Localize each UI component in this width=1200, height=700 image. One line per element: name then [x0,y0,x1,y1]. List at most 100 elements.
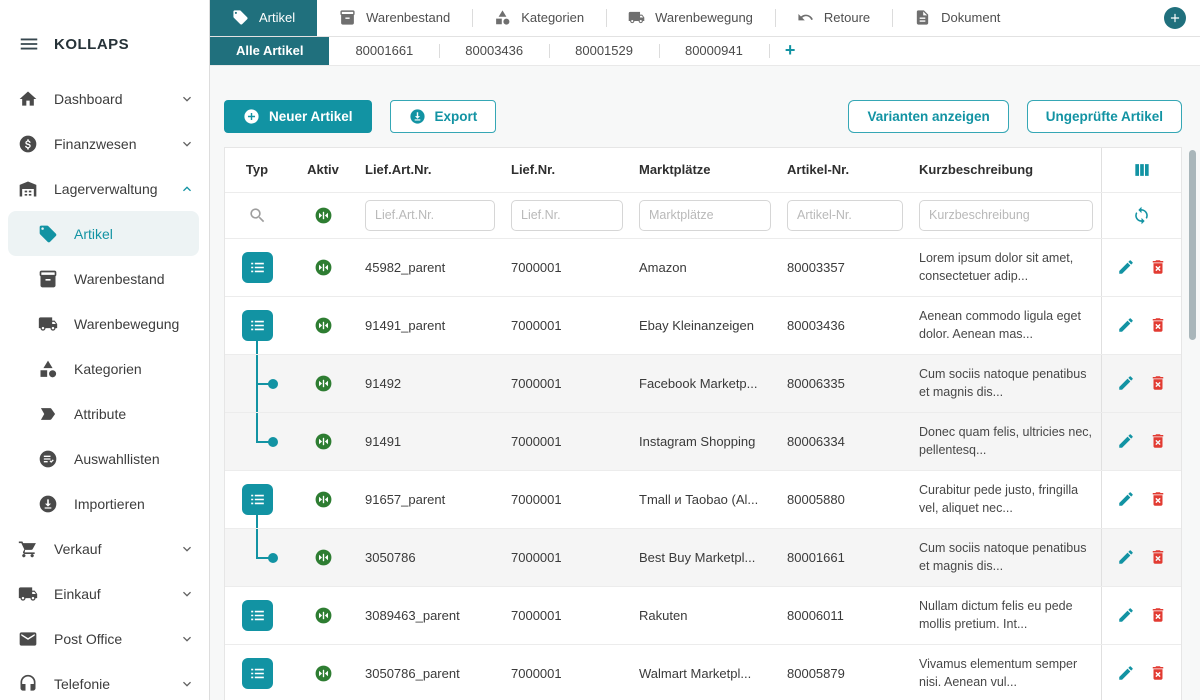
chevron-up-icon [179,181,195,197]
filter-cell [631,200,779,231]
kurzbeschreibung-text: Lorem ipsum dolor sit amet, consectetuer… [919,249,1093,285]
tab-warenbestand[interactable]: Warenbestand [317,0,472,36]
aktiv-cell [289,374,357,393]
tab-warenbewegung[interactable]: Warenbewegung [606,0,775,36]
sidebar-item-kategorien[interactable]: Kategorien [0,346,209,391]
row-actions [1101,529,1181,586]
edit-pencil-icon[interactable] [1117,490,1135,508]
lief-art-nr-filter-input[interactable] [365,200,495,231]
marktplatz-cell: Best Buy Marketpl... [631,550,779,565]
add-tab-button[interactable] [1164,7,1186,29]
filter-cell [357,200,503,231]
subtab-80001529[interactable]: 80001529 [549,37,659,65]
sidebar-item-warenbewegung[interactable]: Warenbewegung [0,301,209,346]
sidebar-item-telefonie[interactable]: Telefonie [0,661,209,700]
delete-trash-icon[interactable] [1149,374,1167,392]
sidebar-item-post-office[interactable]: Post Office [0,616,209,661]
sidebar-item-label: Importieren [74,496,195,512]
export-button[interactable]: Export [390,100,497,133]
delete-trash-icon[interactable] [1149,490,1167,508]
variant-list-button[interactable] [242,600,273,631]
list-icon [248,490,267,509]
kurzbeschreibung-text: Cum sociis natoque penatibus et magnis d… [919,365,1093,401]
hamburger-menu-icon[interactable] [18,33,40,55]
marktplatz-cell: Ebay Kleinanzeigen [631,318,779,333]
kurzbeschreibung-cell: Cum sociis natoque penatibus et magnis d… [911,365,1101,401]
lief-art-nr-cell: 3089463_parent [357,608,503,623]
delete-trash-icon[interactable] [1149,316,1167,334]
sidebar-item-einkauf[interactable]: Einkauf [0,571,209,616]
tree-node-dot [268,553,278,563]
cart-icon [18,539,38,559]
edit-pencil-icon[interactable] [1117,548,1135,566]
sidebar-item-verkauf[interactable]: Verkauf [0,526,209,571]
sync-icon[interactable] [1132,206,1151,225]
return-icon [797,9,814,26]
lief-nr-filter-input[interactable] [511,200,623,231]
edit-pencil-icon[interactable] [1117,258,1135,276]
sidebar-item-finanzwesen[interactable]: Finanzwesen [0,121,209,166]
aktiv-filter[interactable] [289,206,357,225]
delete-trash-icon[interactable] [1149,432,1167,450]
chevron-down-icon [179,676,195,692]
tab-artikel[interactable]: Artikel [210,0,317,36]
tab-dokument[interactable]: Dokument [892,0,1022,36]
sidebar-item-attribute[interactable]: Attribute [0,391,209,436]
kurzbeschreibung-text: Vivamus elementum semper nisi. Aenean vu… [919,655,1093,691]
chevron-down-icon [179,586,195,602]
subtab-alle-artikel[interactable]: Alle Artikel [210,37,329,65]
subtab-80003436[interactable]: 80003436 [439,37,549,65]
articles-table: TypAktivLief.Art.Nr.Lief.Nr.MarktplätzeA… [224,147,1182,700]
vertical-scrollbar-thumb[interactable] [1189,150,1196,340]
tab-retoure[interactable]: Retoure [775,0,892,36]
active-status-icon [314,258,333,277]
edit-pencil-icon[interactable] [1117,316,1135,334]
delete-trash-icon[interactable] [1149,606,1167,624]
kurzbeschreibung-text: Curabitur pede justo, fringilla vel, ali… [919,481,1093,517]
kurzbeschreibung-filter-input[interactable] [919,200,1093,231]
artikel-nr-filter-input[interactable] [787,200,903,231]
column-header-marktpl-tze: Marktplätze [631,162,779,177]
sidebar-item-warenbestand[interactable]: Warenbestand [0,256,209,301]
table-rows: 45982_parent7000001Amazon80003357Lorem i… [225,239,1181,700]
sidebar-item-importieren[interactable]: Importieren [0,481,209,526]
columns-icon[interactable] [1132,160,1152,180]
row-actions [1101,413,1181,470]
sidebar-item-artikel[interactable]: Artikel [8,211,199,256]
variant-list-button[interactable] [242,252,273,283]
new-article-button[interactable]: Neuer Artikel [224,100,372,133]
variant-list-button[interactable] [242,484,273,515]
warehouse-icon [18,179,38,199]
import-circle-icon [38,494,58,514]
subtab-80000941[interactable]: 80000941 [659,37,769,65]
edit-pencil-icon[interactable] [1117,606,1135,624]
subtab-80001661[interactable]: 80001661 [329,37,439,65]
variant-list-button[interactable] [242,658,273,689]
edit-pencil-icon[interactable] [1117,432,1135,450]
sidebar-item-dashboard[interactable]: Dashboard [0,76,209,121]
variant-list-button[interactable] [242,310,273,341]
delete-trash-icon[interactable] [1149,664,1167,682]
lief-nr-cell: 7000001 [503,318,631,333]
tab-kategorien[interactable]: Kategorien [472,0,606,36]
toolbar: Neuer Artikel Export Varianten anzeigen … [224,100,1182,133]
lief-nr-cell: 7000001 [503,550,631,565]
edit-pencil-icon[interactable] [1117,664,1135,682]
delete-trash-icon[interactable] [1149,258,1167,276]
unchecked-articles-button[interactable]: Ungeprüfte Artikel [1027,100,1182,133]
truck-icon [628,9,645,26]
edit-pencil-icon[interactable] [1117,374,1135,392]
delete-trash-icon[interactable] [1149,548,1167,566]
table-header-row: TypAktivLief.Art.Nr.Lief.Nr.MarktplätzeA… [225,148,1181,193]
sidebar-item-lagerverwaltung[interactable]: Lagerverwaltung [0,166,209,211]
sidebar-nav: DashboardFinanzwesenLagerverwaltungArtik… [0,76,209,700]
artikel-nr-cell: 80003436 [779,318,911,333]
show-variants-button[interactable]: Varianten anzeigen [848,100,1008,133]
kurzbeschreibung-text: Aenean commodo ligula eget dolor. Aenean… [919,307,1093,343]
add-subtab-button[interactable]: + [769,37,812,65]
filter-cell [911,200,1101,231]
marktplaetze-filter-input[interactable] [639,200,771,231]
dollar-circle-icon [18,134,38,154]
kurzbeschreibung-cell: Cum sociis natoque penatibus et magnis d… [911,539,1101,575]
sidebar-item-auswahllisten[interactable]: Auswahllisten [0,436,209,481]
